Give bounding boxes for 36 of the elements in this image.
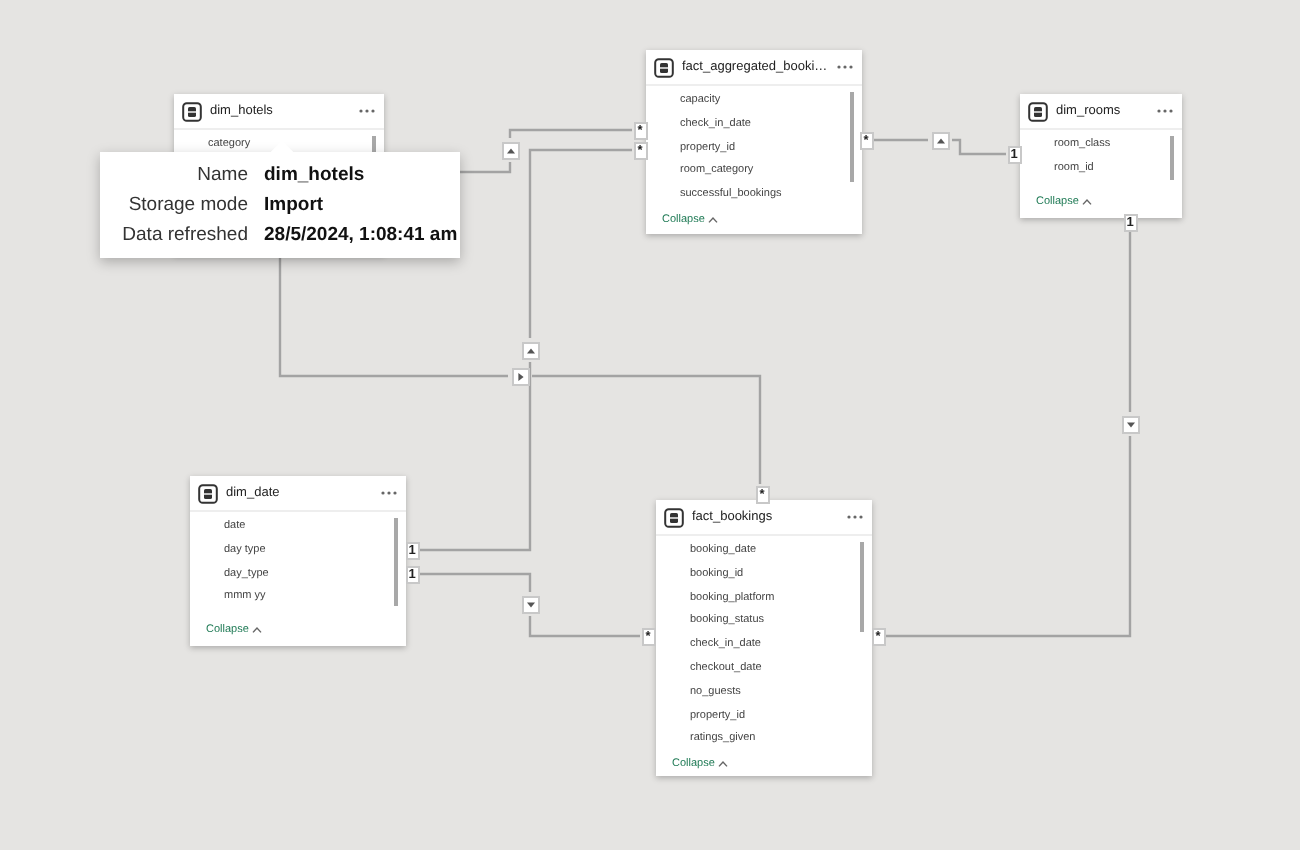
relationship-line[interactable] [460, 162, 512, 174]
more-options-icon[interactable] [358, 108, 376, 114]
relationship-line[interactable] [1128, 232, 1132, 412]
tooltip-value: Import [264, 192, 324, 220]
chevron-up-icon[interactable] [708, 215, 719, 224]
tooltip-label: Name [195, 162, 248, 190]
relationship-line[interactable] [420, 572, 532, 592]
relationship-line[interactable] [886, 436, 1132, 638]
table-icon [198, 483, 218, 503]
table-icon [1028, 101, 1048, 121]
relationship-line[interactable] [508, 128, 632, 138]
scroll-bar[interactable] [1170, 136, 1174, 180]
chevron-up-icon[interactable] [252, 626, 263, 634]
chevron-up-icon[interactable] [718, 760, 729, 769]
table-icon [654, 57, 674, 77]
more-options-icon[interactable] [1156, 108, 1174, 114]
table-icon [182, 101, 202, 121]
tooltip-label: Data refreshed [120, 222, 248, 250]
table-icon [664, 507, 684, 527]
relationship-line[interactable] [278, 254, 508, 378]
relationship-line[interactable] [952, 138, 1006, 156]
more-options-icon[interactable] [836, 64, 854, 70]
scroll-bar[interactable] [850, 92, 854, 182]
relationship-line[interactable] [528, 148, 632, 338]
more-options-icon[interactable] [380, 490, 398, 496]
tooltip-label: Storage mode [126, 192, 248, 220]
tooltip-value: 28/5/2024, 1:08:41 am [264, 222, 458, 250]
relationship-line[interactable] [874, 138, 928, 142]
chevron-up-icon[interactable] [1082, 198, 1093, 206]
scroll-bar[interactable] [860, 542, 864, 632]
relationship-line[interactable] [420, 362, 532, 552]
relationship-line[interactable] [532, 374, 762, 484]
scroll-bar[interactable] [394, 518, 398, 606]
more-options-icon[interactable] [846, 514, 864, 520]
relationship-line[interactable] [528, 616, 640, 638]
tooltip-value: dim_hotels [264, 162, 365, 190]
